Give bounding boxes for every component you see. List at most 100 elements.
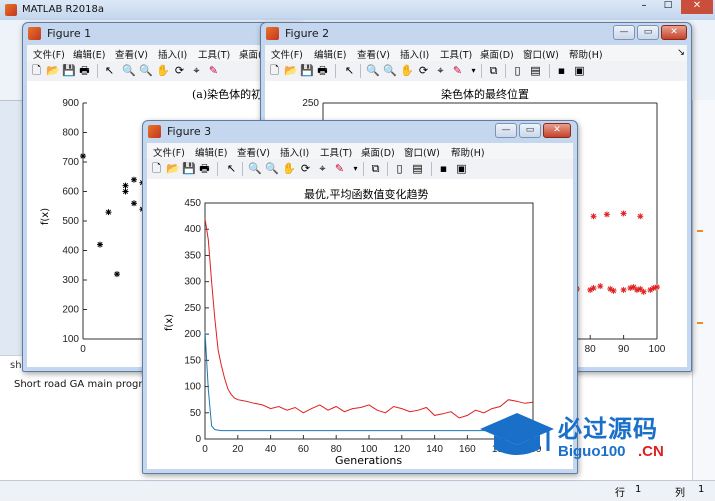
menu-file[interactable]: 文件(F) xyxy=(153,145,185,159)
figure3-maximize-button[interactable]: ▭ xyxy=(519,123,541,138)
menu-view[interactable]: 查看(V) xyxy=(115,47,148,61)
figure3-ytick-label: 350 xyxy=(184,250,201,261)
figure2-maximize-button[interactable]: ▭ xyxy=(637,25,659,40)
figure3-xtick-label: 20 xyxy=(232,444,244,455)
open-icon[interactable]: 📂 xyxy=(166,162,180,175)
brush-dropdown-icon[interactable]: ▾ xyxy=(467,64,480,77)
figure3-close-button[interactable]: ✕ xyxy=(543,123,571,138)
hide-plot-tools-icon[interactable]: ▪ xyxy=(555,64,568,77)
figure3-xtick-label: 120 xyxy=(393,444,410,455)
menu-file[interactable]: 文件(F) xyxy=(33,47,65,61)
menu-help[interactable]: 帮助(H) xyxy=(451,145,485,159)
dock-arrow-icon[interactable]: ↘ xyxy=(677,47,685,58)
brush-dropdown-icon[interactable]: ▾ xyxy=(349,162,362,175)
figure3-ytick-label: 100 xyxy=(184,382,201,393)
new-figure-icon[interactable]: 🗋 xyxy=(268,64,281,77)
menu-window[interactable]: 窗口(W) xyxy=(404,145,440,159)
pan-icon[interactable]: ✋ xyxy=(156,64,170,77)
new-figure-icon[interactable]: 🗋 xyxy=(30,64,43,77)
status-col-label: 列 xyxy=(675,488,685,499)
toolbar-separator xyxy=(97,64,98,78)
toolbar-separator xyxy=(431,162,432,176)
figure2-point xyxy=(597,283,604,290)
pointer-icon[interactable]: ↖ xyxy=(103,64,116,77)
colorbar-icon[interactable]: ▯ xyxy=(393,162,406,175)
pan-icon[interactable]: ✋ xyxy=(282,162,296,175)
rotate-icon[interactable]: ⟳ xyxy=(417,64,430,77)
legend-icon[interactable]: ▤ xyxy=(411,162,424,175)
figure2-xtick-label: 100 xyxy=(649,344,666,355)
menu-tools[interactable]: 工具(T) xyxy=(320,145,352,159)
menu-view[interactable]: 查看(V) xyxy=(237,145,270,159)
link-plot-icon[interactable]: ⧉ xyxy=(369,162,382,175)
zoom-out-icon[interactable]: 🔍 xyxy=(265,162,279,175)
hide-plot-tools-icon[interactable]: ▪ xyxy=(437,162,450,175)
menu-edit[interactable]: 编辑(E) xyxy=(73,47,105,61)
toolbar-separator xyxy=(481,64,482,78)
figure1-point xyxy=(131,200,137,207)
figure3-ytick-label: 200 xyxy=(184,329,201,340)
menu-tools[interactable]: 工具(T) xyxy=(440,47,472,61)
main-close-button[interactable]: ✕ xyxy=(681,0,713,14)
menu-view[interactable]: 查看(V) xyxy=(357,47,390,61)
data-cursor-icon[interactable]: ⌖ xyxy=(190,64,203,77)
figure3-ytick-label: 150 xyxy=(184,355,201,366)
colorbar-icon[interactable]: ▯ xyxy=(511,64,524,77)
figure3-ytick-label: 50 xyxy=(190,408,202,419)
rotate-icon[interactable]: ⟳ xyxy=(299,162,312,175)
menu-desktop[interactable]: 桌面(D) xyxy=(480,47,514,61)
show-plot-tools-icon[interactable]: ▣ xyxy=(573,64,586,77)
data-cursor-icon[interactable]: ⌖ xyxy=(316,162,329,175)
new-figure-icon[interactable]: 🗋 xyxy=(150,162,163,175)
brush-icon[interactable]: ✎ xyxy=(207,64,220,77)
main-minimize-button[interactable]: – xyxy=(632,0,656,14)
legend-icon[interactable]: ▤ xyxy=(529,64,542,77)
main-titlebar: MATLAB R2018a – □ ✕ xyxy=(0,0,715,20)
figure2-minimize-button[interactable]: — xyxy=(613,25,635,40)
zoom-in-icon[interactable]: 🔍 xyxy=(248,162,262,175)
brush-icon[interactable]: ✎ xyxy=(451,64,464,77)
print-icon[interactable]: 🖶 xyxy=(316,64,329,77)
zoom-in-icon[interactable]: 🔍 xyxy=(122,64,136,77)
menu-insert[interactable]: 插入(I) xyxy=(280,145,309,159)
figure1-point xyxy=(122,182,129,189)
sh-label: sh xyxy=(10,360,22,371)
print-icon[interactable]: 🖶 xyxy=(198,162,211,175)
menu-tools[interactable]: 工具(T) xyxy=(198,47,230,61)
menu-edit[interactable]: 编辑(E) xyxy=(195,145,227,159)
pointer-icon[interactable]: ↖ xyxy=(225,162,238,175)
menu-insert[interactable]: 插入(I) xyxy=(400,47,429,61)
figure3-minimize-button[interactable]: — xyxy=(495,123,517,138)
figure2-point xyxy=(590,285,597,292)
figure2-title: Figure 2 xyxy=(285,27,330,40)
data-cursor-icon[interactable]: ⌖ xyxy=(434,64,447,77)
open-icon[interactable]: 📂 xyxy=(46,64,60,77)
menu-edit[interactable]: 编辑(E) xyxy=(314,47,346,61)
show-plot-tools-icon[interactable]: ▣ xyxy=(455,162,468,175)
save-icon[interactable]: 💾 xyxy=(62,64,76,77)
link-plot-icon[interactable]: ⧉ xyxy=(487,64,500,77)
right-panel-marks xyxy=(697,230,703,324)
pointer-icon[interactable]: ↖ xyxy=(343,64,356,77)
zoom-in-icon[interactable]: 🔍 xyxy=(366,64,380,77)
figure1-point xyxy=(114,271,120,278)
save-icon[interactable]: 💾 xyxy=(300,64,314,77)
menu-desktop[interactable]: 桌面(D) xyxy=(361,145,395,159)
menu-insert[interactable]: 插入(I) xyxy=(158,47,187,61)
open-icon[interactable]: 📂 xyxy=(284,64,298,77)
save-icon[interactable]: 💾 xyxy=(182,162,196,175)
figure2-close-button[interactable]: ✕ xyxy=(661,25,687,40)
figure1-menubar: 文件(F) 编辑(E) 查看(V) 插入(I) 工具(T) 桌面( xyxy=(27,45,299,61)
menu-file[interactable]: 文件(F) xyxy=(271,47,303,61)
menu-window[interactable]: 窗口(W) xyxy=(523,47,559,61)
menu-help[interactable]: 帮助(H) xyxy=(569,47,603,61)
pan-icon[interactable]: ✋ xyxy=(400,64,414,77)
brush-icon[interactable]: ✎ xyxy=(333,162,346,175)
rotate-icon[interactable]: ⟳ xyxy=(173,64,186,77)
zoom-out-icon[interactable]: 🔍 xyxy=(139,64,153,77)
main-maximize-button[interactable]: □ xyxy=(656,0,680,14)
print-icon[interactable]: 🖶 xyxy=(78,64,91,77)
figure1-ytick-label: 800 xyxy=(62,128,79,139)
menu-desktop[interactable]: 桌面( xyxy=(239,47,262,61)
zoom-out-icon[interactable]: 🔍 xyxy=(383,64,397,77)
